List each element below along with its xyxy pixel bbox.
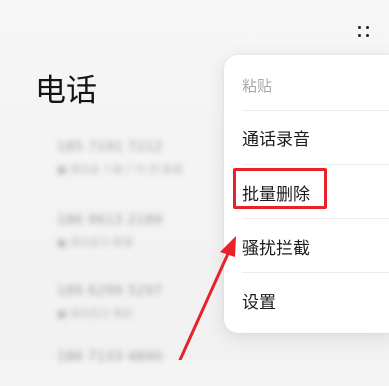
call-meta: ■ 湖北武汉 联通 <box>57 238 133 249</box>
call-number: 185 7191 7212 <box>57 140 163 155</box>
menu-item-call-recording[interactable]: 通话录音 <box>242 112 389 162</box>
call-number: 189 6299 5297 <box>57 284 163 299</box>
call-number: 186 7133 4890 <box>57 350 163 365</box>
call-log-item[interactable]: 186 9613 2189 ■ 湖北武汉 联通 <box>57 213 207 249</box>
call-log-item[interactable]: 186 7133 4890 <box>57 350 207 386</box>
call-meta: ■ 湖北武汉 电信 <box>57 309 133 320</box>
page-title: 电话 <box>35 73 97 109</box>
call-log-item[interactable]: 189 6299 5297 ■ 湖北武汉 电信 <box>57 284 207 320</box>
call-log-item[interactable]: 185 7191 7212 ■ 湖北省 十堰 广州 四 联通 <box>57 140 207 176</box>
menu-divider <box>242 164 389 165</box>
more-dot <box>366 34 369 37</box>
phone-app-screen: 电话 185 7191 7212 ■ 湖北省 十堰 广州 四 联通 186 96… <box>0 0 389 365</box>
menu-divider <box>242 218 389 219</box>
menu-divider <box>242 272 389 273</box>
more-dot <box>358 34 361 37</box>
highlight-box <box>233 168 327 209</box>
menu-divider <box>242 110 389 111</box>
call-meta: ■ 湖北省 十堰 广州 四 联通 <box>57 165 183 176</box>
menu-item-paste[interactable]: 粘贴 <box>242 60 389 110</box>
more-dot <box>366 26 369 29</box>
more-options-icon[interactable] <box>352 22 376 42</box>
more-dot <box>358 26 361 29</box>
call-number: 186 9613 2189 <box>57 213 163 228</box>
menu-item-harassment-block[interactable]: 骚扰拦截 <box>242 221 389 271</box>
menu-item-settings[interactable]: 设置 <box>242 275 389 325</box>
